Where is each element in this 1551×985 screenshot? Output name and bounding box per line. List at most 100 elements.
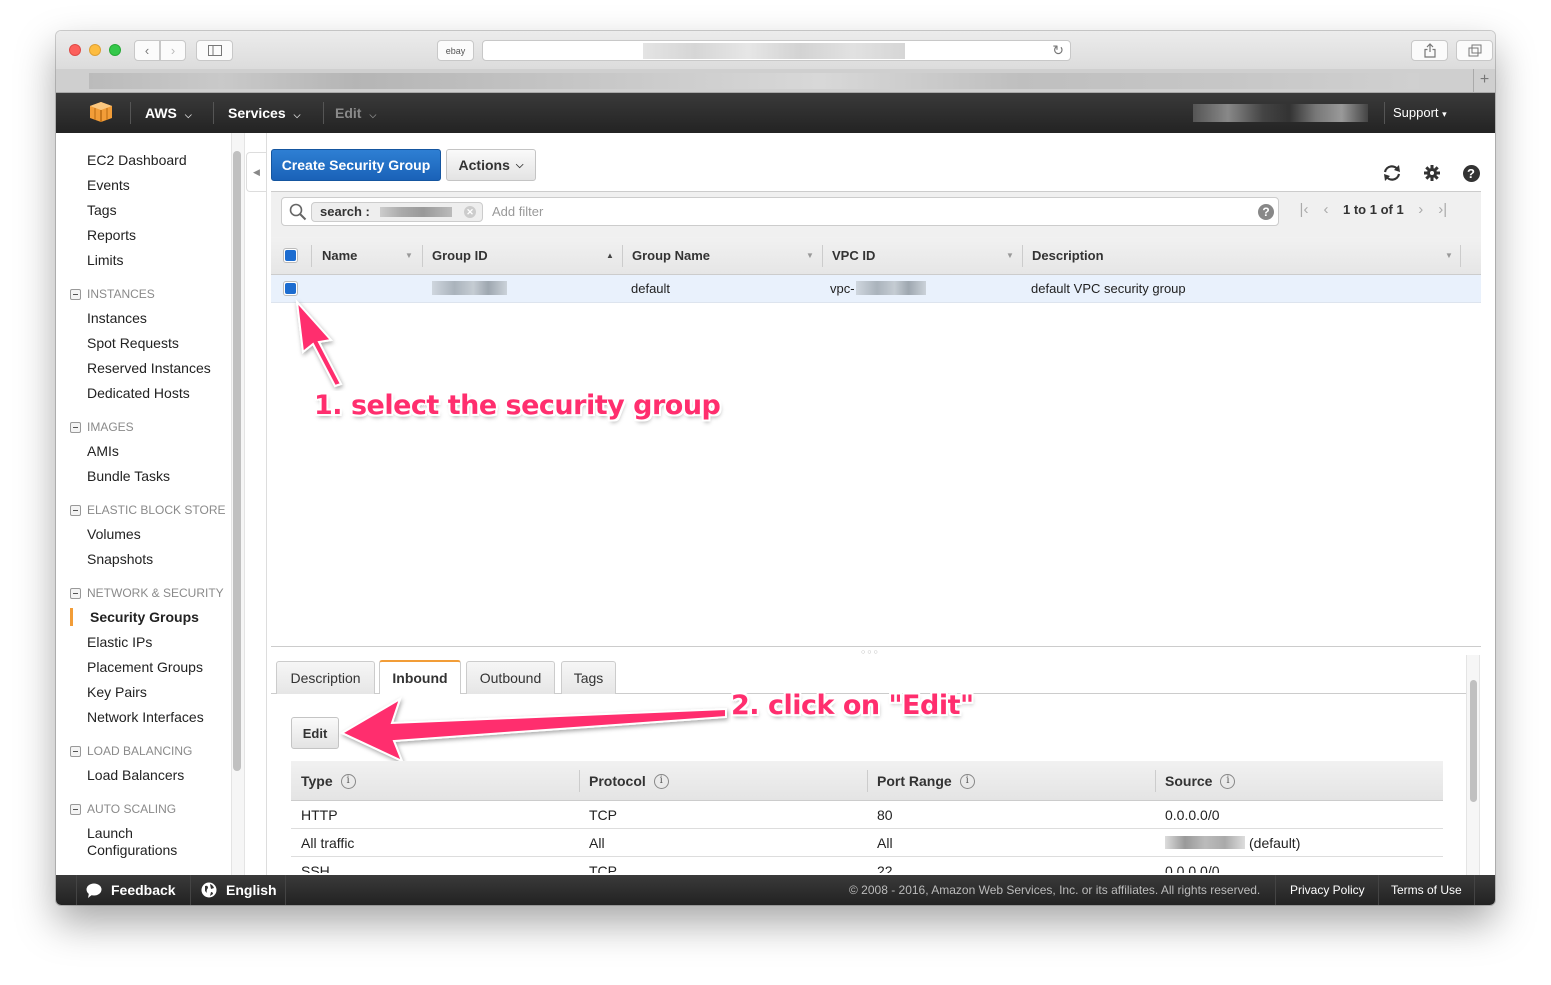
sidebar-section-load-balancing[interactable]: LOAD BALANCING	[70, 744, 192, 758]
back-button[interactable]: ‹	[134, 40, 160, 61]
actions-dropdown[interactable]: Actions ⌵	[446, 149, 536, 181]
column-header-vpc-id[interactable]: VPC ID	[822, 237, 875, 275]
sidebar-section-network-security[interactable]: NETWORK & SECURITY	[70, 586, 224, 600]
first-page-icon[interactable]: |‹	[1293, 201, 1315, 218]
sidebar-item-key-pairs[interactable]: Key Pairs	[87, 684, 147, 701]
favorite-ebay[interactable]: ebay	[437, 40, 474, 61]
sidebar-item-spot-requests[interactable]: Spot Requests	[87, 335, 179, 352]
info-icon[interactable]: i	[1220, 773, 1236, 789]
sort-desc-icon[interactable]: ▼	[1006, 237, 1014, 275]
column-header-group-name[interactable]: Group Name	[622, 237, 710, 275]
refresh-button[interactable]	[1382, 163, 1402, 183]
info-icon[interactable]: i	[959, 773, 975, 789]
sidebar-item-ec2-dashboard[interactable]: EC2 Dashboard	[87, 152, 187, 169]
prev-page-icon[interactable]: ‹	[1315, 201, 1337, 218]
rule-row-partial: SSH TCP 22 0.0.0.0/0	[291, 857, 1443, 873]
search-filter-token[interactable]: search : ✕	[311, 202, 483, 222]
info-icon[interactable]: i	[340, 773, 356, 789]
column-header-group-id[interactable]: Group ID	[422, 237, 488, 275]
show-sidebar-button[interactable]	[196, 40, 233, 61]
reload-icon[interactable]: ↻	[1052, 42, 1064, 59]
sidebar-section-instances[interactable]: INSTANCES	[70, 287, 155, 301]
sidebar-item-limits[interactable]: Limits	[87, 252, 124, 269]
detail-scrollbar-thumb[interactable]	[1470, 680, 1477, 802]
terms-of-use-link[interactable]: Terms of Use	[1391, 875, 1462, 905]
row-checkbox[interactable]	[283, 281, 298, 296]
sidebar-item-network-interfaces[interactable]: Network Interfaces	[87, 709, 204, 726]
privacy-policy-link[interactable]: Privacy Policy	[1290, 875, 1365, 905]
sidebar-item-instances[interactable]: Instances	[87, 310, 147, 327]
sidebar-item-events[interactable]: Events	[87, 177, 130, 194]
nav-support-menu[interactable]: Support ▾	[1393, 93, 1447, 133]
sidebar-item-tags[interactable]: Tags	[87, 202, 117, 219]
nav-services-menu[interactable]: Services ⌵	[228, 93, 300, 133]
next-page-icon[interactable]: ›	[1410, 201, 1432, 218]
tab-tags[interactable]: Tags	[561, 661, 616, 694]
column-header-description[interactable]: Description	[1022, 237, 1104, 275]
sidebar-nav: EC2 Dashboard Events Tags Reports Limits…	[56, 133, 231, 875]
sidebar-item-reserved-instances[interactable]: Reserved Instances	[87, 360, 211, 377]
create-security-group-button[interactable]: Create Security Group	[271, 149, 441, 181]
add-filter-placeholder[interactable]: Add filter	[492, 204, 543, 219]
new-tab-icon[interactable]: +	[1473, 69, 1495, 93]
search-input[interactable]: search : ✕ Add filter ?	[281, 197, 1279, 226]
section-title: AUTO SCALING	[87, 802, 177, 816]
show-tabs-button[interactable]	[1456, 40, 1493, 61]
sidebar-scrollbar-thumb[interactable]	[233, 151, 241, 771]
table-row[interactable]: default vpc- default VPC security group	[271, 275, 1481, 303]
sidebar-item-dedicated-hosts[interactable]: Dedicated Hosts	[87, 385, 190, 402]
tab-inbound[interactable]: Inbound	[379, 660, 461, 694]
info-icon[interactable]: i	[653, 773, 669, 789]
redacted-tabs[interactable]	[89, 73, 1419, 89]
minimize-window-button[interactable]	[89, 44, 101, 56]
edit-inbound-rules-button[interactable]: Edit	[291, 717, 339, 749]
sidebar-item-security-groups[interactable]: Security Groups	[90, 609, 199, 626]
column-header-name[interactable]: Name	[312, 237, 357, 275]
sort-desc-icon[interactable]: ▼	[806, 237, 814, 275]
sort-asc-icon[interactable]: ▲	[606, 237, 614, 275]
aws-cube-logo[interactable]	[90, 102, 112, 122]
share-button[interactable]	[1411, 40, 1448, 61]
sidebar-item-reports[interactable]: Reports	[87, 227, 136, 244]
select-all-checkbox[interactable]	[283, 248, 298, 263]
sidebar-section-auto-scaling[interactable]: AUTO SCALING	[70, 802, 176, 816]
language-selector[interactable]: English	[201, 875, 277, 905]
search-help-icon[interactable]: ?	[1258, 204, 1274, 220]
annotation-step-1: 1. select the security group	[314, 390, 721, 421]
sidebar-item-volumes[interactable]: Volumes	[87, 526, 141, 543]
sort-desc-icon[interactable]: ▼	[1445, 237, 1453, 275]
sidebar-item-placement-groups[interactable]: Placement Groups	[87, 659, 203, 676]
sort-desc-icon[interactable]: ▼	[405, 237, 413, 275]
sidebar-item-load-balancers[interactable]: Load Balancers	[87, 767, 184, 784]
nav-divider	[130, 102, 131, 124]
tab-description[interactable]: Description	[276, 661, 375, 694]
sidebar-item-amis[interactable]: AMIs	[87, 443, 119, 460]
redacted-account-menu[interactable]	[1193, 104, 1368, 122]
sidebar-item-bundle-tasks[interactable]: Bundle Tasks	[87, 468, 170, 485]
collapse-icon	[70, 745, 81, 757]
forward-button[interactable]: ›	[160, 40, 186, 61]
detail-scrollbar[interactable]	[1466, 655, 1480, 875]
pane-splitter[interactable]	[271, 646, 1481, 647]
tab-outbound[interactable]: Outbound	[466, 661, 555, 694]
sidebar-item-launch-configurations[interactable]: Launch Configurations	[87, 825, 177, 859]
help-button[interactable]: ?	[1461, 163, 1481, 183]
close-window-button[interactable]	[69, 44, 81, 56]
sidebar-section-images[interactable]: IMAGES	[70, 420, 134, 434]
zoom-window-button[interactable]	[109, 44, 121, 56]
sidebar-section-elastic-block-store[interactable]: ELASTIC BLOCK STORE	[70, 503, 226, 517]
remove-token-icon[interactable]: ✕	[464, 206, 476, 218]
sidebar-item-snapshots[interactable]: Snapshots	[87, 551, 153, 568]
sidebar-item-elastic-ips[interactable]: Elastic IPs	[87, 634, 152, 651]
settings-button[interactable]	[1422, 163, 1442, 183]
last-page-icon[interactable]: ›|	[1432, 201, 1454, 218]
collapse-sidebar-button[interactable]: ◀	[246, 152, 266, 192]
splitter-grip-icon[interactable]: ○○○	[861, 649, 880, 656]
sidebar-item-label: Configurations	[87, 842, 178, 858]
chevron-down-icon: ⌵	[369, 110, 377, 120]
address-bar[interactable]: ↻	[482, 40, 1071, 61]
page-footer: Feedback English © 2008 - 2016, Amazon W…	[56, 875, 1495, 905]
nav-aws-menu[interactable]: AWS ⌵	[145, 93, 192, 133]
nav-edit-menu[interactable]: Edit ⌵	[335, 93, 376, 133]
feedback-button[interactable]: Feedback	[86, 875, 176, 905]
